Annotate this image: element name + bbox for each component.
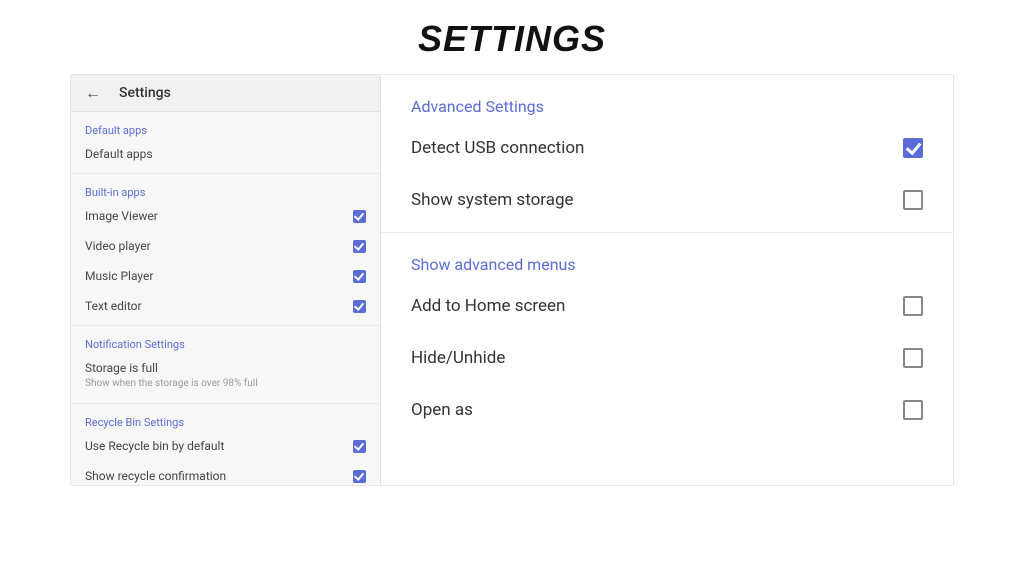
checkbox-icon[interactable] xyxy=(903,138,923,158)
checkbox-icon[interactable] xyxy=(903,190,923,210)
item-add-home[interactable]: Add to Home screen xyxy=(411,280,923,332)
item-text-editor[interactable]: Text editor xyxy=(71,291,380,321)
left-header-title: Settings xyxy=(119,85,171,101)
page-heading: SETTINGS xyxy=(0,0,1024,74)
section-recycle-title: Recycle Bin Settings xyxy=(71,404,380,431)
item-show-recycle-confirm[interactable]: Show recycle confirmation xyxy=(71,461,380,486)
item-label: Default apps xyxy=(85,147,153,161)
settings-frame: ← Settings Default apps Default apps Bui… xyxy=(70,74,954,486)
checkbox-icon[interactable] xyxy=(353,300,366,313)
section-builtin-apps-title: Built-in apps xyxy=(71,174,380,201)
checkbox-icon[interactable] xyxy=(903,400,923,420)
left-panel: ← Settings Default apps Default apps Bui… xyxy=(71,75,381,485)
item-label: Detect USB connection xyxy=(411,138,584,158)
item-detect-usb[interactable]: Detect USB connection xyxy=(411,122,923,174)
checkbox-icon[interactable] xyxy=(353,210,366,223)
item-label: Image Viewer xyxy=(85,209,158,223)
item-label: Show recycle confirmation xyxy=(85,469,226,483)
item-open-as[interactable]: Open as xyxy=(411,384,923,436)
checkbox-icon[interactable] xyxy=(353,240,366,253)
right-panel: Advanced Settings Detect USB connection … xyxy=(381,75,953,485)
back-arrow-icon[interactable]: ← xyxy=(85,85,101,101)
item-use-recycle[interactable]: Use Recycle bin by default xyxy=(71,431,380,461)
checkbox-icon[interactable] xyxy=(353,440,366,453)
item-label: Video player xyxy=(85,239,151,253)
item-label: Show system storage xyxy=(411,190,574,210)
item-label: Hide/Unhide xyxy=(411,348,505,368)
item-storage-full[interactable]: Storage is full Show when the storage is… xyxy=(71,353,380,399)
item-label: Music Player xyxy=(85,269,153,283)
item-default-apps[interactable]: Default apps xyxy=(71,139,380,169)
section-advanced-menus-title: Show advanced menus xyxy=(411,233,923,280)
item-show-system-storage[interactable]: Show system storage xyxy=(411,174,923,226)
checkbox-icon[interactable] xyxy=(903,296,923,316)
item-label: Open as xyxy=(411,400,473,420)
item-label: Add to Home screen xyxy=(411,296,565,316)
item-music-player[interactable]: Music Player xyxy=(71,261,380,291)
checkbox-icon[interactable] xyxy=(353,270,366,283)
left-header: ← Settings xyxy=(71,75,380,112)
checkbox-icon[interactable] xyxy=(903,348,923,368)
item-label: Text editor xyxy=(85,299,142,313)
section-notification-title: Notification Settings xyxy=(71,326,380,353)
section-advanced-settings-title: Advanced Settings xyxy=(411,75,923,122)
checkbox-icon[interactable] xyxy=(353,470,366,483)
item-label: Storage is full xyxy=(85,361,366,375)
section-default-apps-title: Default apps xyxy=(71,112,380,139)
item-label: Use Recycle bin by default xyxy=(85,439,224,453)
item-hide-unhide[interactable]: Hide/Unhide xyxy=(411,332,923,384)
item-image-viewer[interactable]: Image Viewer xyxy=(71,201,380,231)
item-subtext: Show when the storage is over 98% full xyxy=(85,378,366,389)
item-video-player[interactable]: Video player xyxy=(71,231,380,261)
